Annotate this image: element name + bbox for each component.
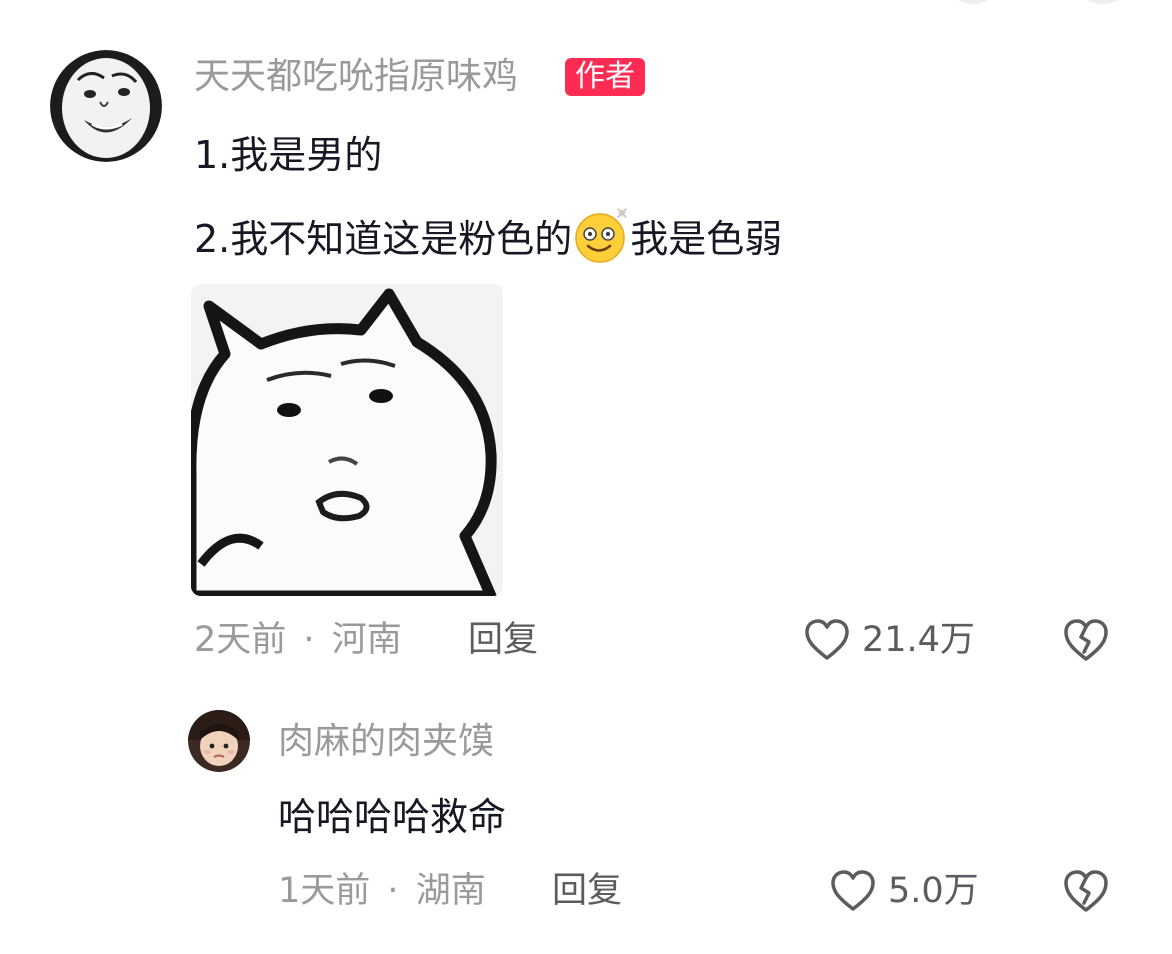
smiling-dizzy-emoji-icon [572,206,630,264]
author-badge: 作者 [565,58,645,96]
like-button[interactable]: 21.4万 [804,618,975,662]
comment-meta: 2天前 · 河南 [194,618,402,662]
reply-location: 湖南 [415,871,486,911]
comment-text-line-1: 1.我是男的 [194,133,383,177]
reply-text: 哈哈哈哈救命 [278,795,507,839]
comment-time: 2天前 [194,620,287,660]
comment-location: 河南 [331,620,402,660]
like-count: 21.4万 [862,620,975,660]
reply-to-reply-button[interactable]: 回复 [552,869,622,913]
reply-meta: 1天前 · 湖南 [278,869,486,913]
comment-text-line-2-prefix: 2.我不知道这是粉色的 [194,217,573,261]
reply-like-count: 5.0万 [888,871,979,911]
cat-face-sticker[interactable] [191,284,503,596]
reply-like-button[interactable]: 5.0万 [830,869,979,913]
comment-username[interactable]: 天天都吃吮指原味鸡 [194,55,518,99]
reply-dislike-button[interactable] [1062,869,1110,913]
broken-heart-icon [1064,619,1108,661]
reply-time: 1天前 [278,871,371,911]
heart-outline-icon [805,619,849,660]
partial-top-icon [950,0,996,4]
reply-avatar[interactable] [188,710,250,772]
meta-separator: · [387,871,399,911]
meta-separator: · [303,620,315,660]
reply-username[interactable]: 肉麻的肉夹馍 [278,720,494,764]
reply-button[interactable]: 回复 [468,618,538,662]
broken-heart-icon [1064,870,1108,912]
partial-top-icon [1080,0,1126,4]
comment-text-line-2-suffix: 我是色弱 [630,217,783,261]
dislike-button[interactable] [1062,618,1110,662]
author-avatar[interactable] [50,50,162,162]
heart-outline-icon [831,870,875,911]
comment-text-line-2: 2.我不知道这是粉色的 我是色弱 [194,206,782,264]
